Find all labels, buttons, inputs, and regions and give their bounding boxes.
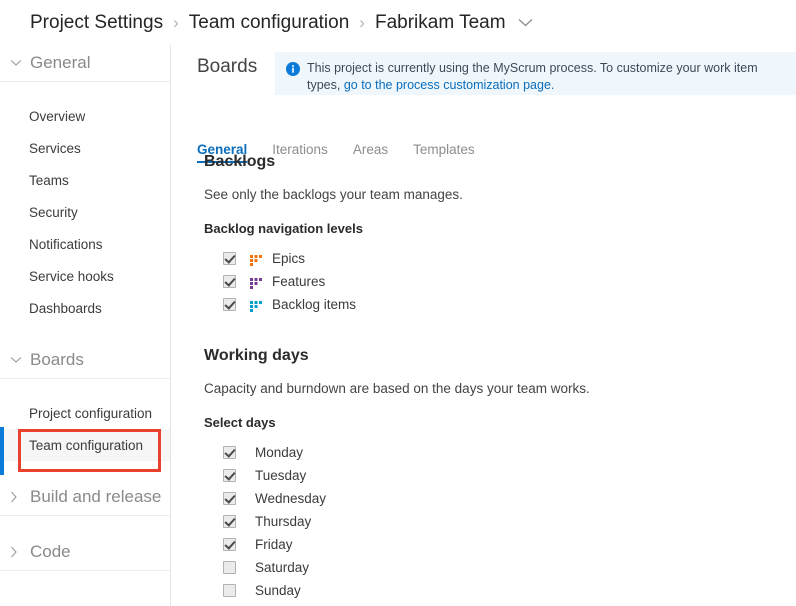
- sidebar-item-team-configuration[interactable]: Team configuration: [0, 429, 170, 461]
- sidebar-item-label: Services: [29, 140, 81, 156]
- sidebar-item-project-configuration[interactable]: Project configuration: [0, 397, 170, 429]
- sidebar-item-label: Service hooks: [29, 268, 114, 284]
- chevron-right-icon: [10, 491, 28, 503]
- day-label: Wednesday: [255, 491, 327, 506]
- breadcrumb: Project Settings › Team configuration › …: [0, 0, 796, 45]
- backlogs-section: Backlogs See only the backlogs your team…: [204, 153, 463, 316]
- day-row-monday[interactable]: Monday: [204, 441, 590, 464]
- breadcrumb-item-project-settings[interactable]: Project Settings: [30, 12, 163, 34]
- sidebar-item-dashboards[interactable]: Dashboards: [0, 292, 170, 324]
- chevron-down-icon: [10, 59, 28, 67]
- sidebar-item-label: Overview: [29, 108, 86, 124]
- sidebar-item-label: Security: [29, 204, 78, 220]
- working-days-heading: Working days: [204, 347, 309, 364]
- sidebar-item-overview[interactable]: Overview: [0, 100, 170, 132]
- checkbox-saturday[interactable]: [223, 561, 236, 574]
- selected-item-accent-bar: [0, 427, 4, 475]
- checkbox-monday[interactable]: [223, 446, 236, 459]
- day-label: Thursday: [255, 514, 312, 529]
- breadcrumb-separator: ›: [173, 12, 179, 32]
- chevron-down-icon: [10, 356, 28, 364]
- backlog-level-icon: [250, 253, 263, 266]
- checkbox-tuesday[interactable]: [223, 469, 236, 482]
- sidebar-section-boards[interactable]: Boards: [0, 342, 170, 379]
- checkbox-sunday[interactable]: [223, 584, 236, 597]
- process-customization-link[interactable]: go to the process customization page.: [344, 78, 555, 92]
- sidebar-item-security[interactable]: Security: [0, 196, 170, 228]
- page-title: Boards: [197, 56, 258, 77]
- sidebar-section-general[interactable]: General: [0, 45, 170, 82]
- sidebar-item-teams[interactable]: Teams: [0, 164, 170, 196]
- day-row-tuesday[interactable]: Tuesday: [204, 464, 590, 487]
- day-label: Saturday: [255, 560, 310, 575]
- chevron-right-icon: [10, 546, 28, 558]
- process-info-banner: This project is currently using the MySc…: [275, 52, 796, 95]
- sidebar-item-service-hooks[interactable]: Service hooks: [0, 260, 170, 292]
- backlog-navigation-levels-label: Backlog navigation levels: [204, 221, 363, 236]
- checkbox-backlog-items[interactable]: [223, 298, 236, 311]
- day-label: Monday: [255, 445, 304, 460]
- backlog-level-row-backlog-items[interactable]: Backlog items: [204, 293, 463, 316]
- backlog-level-icon: [250, 299, 263, 312]
- backlog-level-icon: [250, 276, 263, 289]
- sidebar-section-build-and-release[interactable]: Build and release: [0, 479, 170, 516]
- app-root: Project Settings › Team configuration › …: [0, 0, 796, 606]
- checkbox-features[interactable]: [223, 275, 236, 288]
- day-label: Tuesday: [255, 468, 307, 483]
- checkbox-epics[interactable]: [223, 252, 236, 265]
- main-content: Boards This project is currently using t…: [171, 45, 796, 606]
- breadcrumb-separator: ›: [359, 12, 365, 32]
- backlog-level-label: Epics: [272, 251, 306, 266]
- info-icon: [286, 62, 300, 81]
- sidebar-item-notifications[interactable]: Notifications: [0, 228, 170, 260]
- backlogs-heading: Backlogs: [204, 153, 276, 170]
- checkbox-thursday[interactable]: [223, 515, 236, 528]
- day-row-friday[interactable]: Friday: [204, 533, 590, 556]
- day-row-saturday[interactable]: Saturday: [204, 556, 590, 579]
- backlog-level-label: Features: [272, 274, 326, 289]
- select-days-label: Select days: [204, 415, 276, 430]
- backlogs-description: See only the backlogs your team manages.: [204, 187, 463, 202]
- backlog-level-label: Backlog items: [272, 297, 357, 312]
- process-info-banner-text: This project is currently using the MySc…: [307, 60, 786, 94]
- sidebar-section-code[interactable]: Code: [0, 534, 170, 571]
- breadcrumb-item-team-configuration[interactable]: Team configuration: [189, 12, 350, 34]
- day-label: Sunday: [255, 583, 301, 598]
- day-label: Friday: [255, 537, 293, 552]
- sidebar-section-label: Build and release: [30, 487, 162, 506]
- chevron-down-icon[interactable]: [518, 18, 533, 27]
- sidebar-section-label: Code: [30, 542, 71, 561]
- sidebar-item-label: Teams: [29, 172, 69, 188]
- sidebar-item-label: Notifications: [29, 236, 103, 252]
- working-days-description: Capacity and burndown are based on the d…: [204, 381, 590, 396]
- breadcrumb-item-fabrikam-team[interactable]: Fabrikam Team: [375, 12, 506, 34]
- sidebar-item-services[interactable]: Services: [0, 132, 170, 164]
- day-row-thursday[interactable]: Thursday: [204, 510, 590, 533]
- checkbox-wednesday[interactable]: [223, 492, 236, 505]
- working-days-section: Working days Capacity and burndown are b…: [204, 347, 590, 602]
- sidebar-section-label: General: [30, 53, 91, 72]
- sidebar-section-label: Boards: [30, 350, 84, 369]
- day-row-wednesday[interactable]: Wednesday: [204, 487, 590, 510]
- sidebar-item-label: Dashboards: [29, 300, 102, 316]
- backlog-level-row-features[interactable]: Features: [204, 270, 463, 293]
- backlog-level-row-epics[interactable]: Epics: [204, 247, 463, 270]
- day-row-sunday[interactable]: Sunday: [204, 579, 590, 602]
- sidebar-item-label: Team configuration: [29, 437, 144, 453]
- sidebar-item-label: Project configuration: [29, 405, 153, 421]
- sidebar: General Overview Services Teams Security…: [0, 45, 171, 606]
- checkbox-friday[interactable]: [223, 538, 236, 551]
